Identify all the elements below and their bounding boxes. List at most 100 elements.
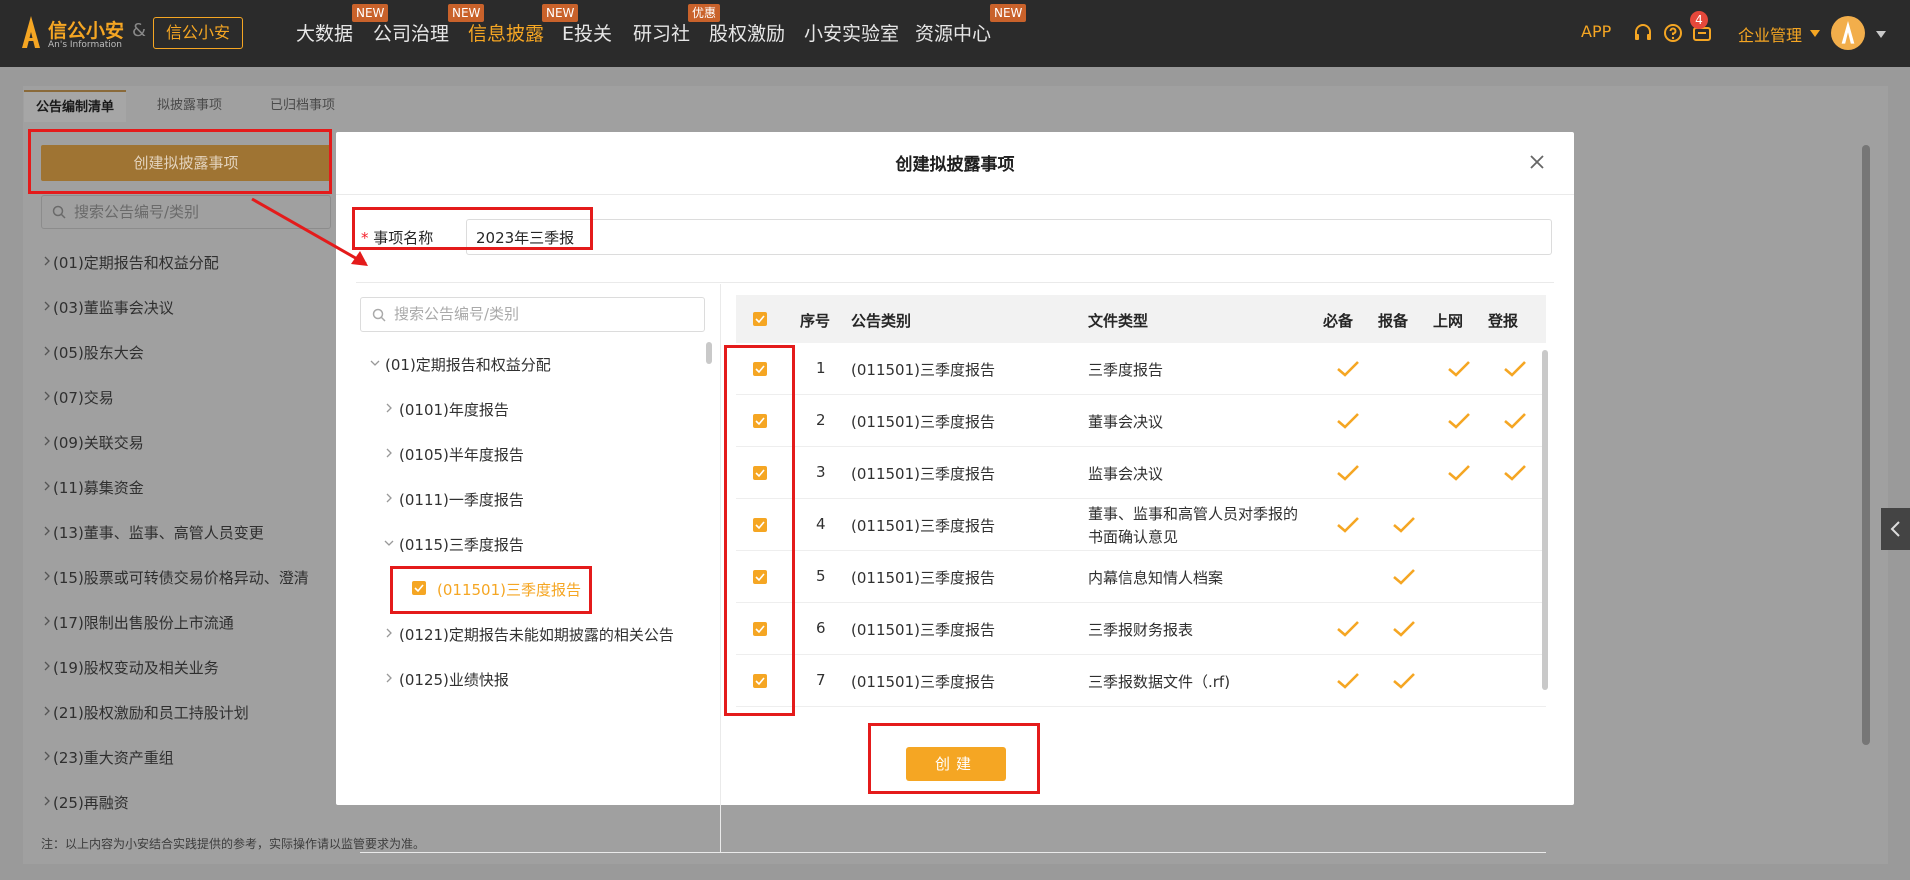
- brand-badge[interactable]: 信公小安: [153, 17, 243, 49]
- category-list-item[interactable]: (23)重大资产重组: [44, 747, 174, 768]
- row-file-type: 监事会决议: [1088, 465, 1164, 483]
- row-number: 1: [816, 359, 826, 377]
- category-label: (05)股东大会: [53, 344, 144, 362]
- nav-academy[interactable]: 研习社: [633, 19, 690, 46]
- category-list-item[interactable]: (19)股权变动及相关业务: [44, 657, 219, 678]
- tree-node-q1-report[interactable]: (0111)一季度报告: [386, 489, 524, 510]
- chevron-right-icon: [386, 493, 392, 503]
- category-label: (19)股权变动及相关业务: [53, 659, 219, 677]
- tree-node-semiannual-report[interactable]: (0105)半年度报告: [386, 444, 524, 465]
- category-list-item[interactable]: (21)股权激励和员工持股计划: [44, 702, 249, 723]
- table-scrollbar[interactable]: [1542, 350, 1548, 690]
- table-row[interactable]: 3 (011501)三季度报告 监事会决议: [736, 447, 1546, 499]
- chevron-right-icon: [44, 481, 50, 491]
- nav-lab[interactable]: 小安实验室: [804, 19, 899, 46]
- nav-big-data[interactable]: 大数据: [296, 19, 353, 46]
- table-row[interactable]: 2 (011501)三季度报告 董事会决议: [736, 395, 1546, 447]
- page-scrollbar[interactable]: [1862, 145, 1870, 745]
- nav-new-badge: NEW: [990, 4, 1027, 22]
- row-number: 7: [816, 671, 826, 689]
- highlight-box: [352, 207, 593, 250]
- tab-compile-list[interactable]: 公告编制清单: [24, 90, 127, 122]
- divider: [360, 852, 1546, 853]
- row-file-type: 董事、监事和高管人员对季报的: [1088, 505, 1299, 523]
- nav-disclosure[interactable]: 信息披露: [468, 19, 544, 46]
- chevron-right-icon: [386, 403, 392, 413]
- row-category: (011501)三季度报告: [851, 517, 995, 535]
- modal-title: 创建拟披露事项: [895, 155, 1015, 175]
- check-mark-icon: [1336, 464, 1360, 482]
- category-label: (23)重大资产重组: [53, 749, 174, 767]
- tree-node-earnings-flash[interactable]: (0125)业绩快报: [386, 669, 509, 690]
- category-label: (17)限制出售股份上市流通: [53, 614, 234, 632]
- tree-node-root[interactable]: (01)定期报告和权益分配: [370, 354, 551, 375]
- chevron-right-icon: [44, 616, 50, 626]
- logo[interactable]: 信公小安 An's Information: [20, 14, 132, 54]
- check-mark-icon: [1503, 412, 1527, 430]
- tree-node-delayed-report[interactable]: (0121)定期报告未能如期披露的相关公告: [386, 624, 674, 645]
- row-file-type: 董事会决议: [1088, 413, 1164, 431]
- check-mark-icon: [1336, 360, 1360, 378]
- table-header: 序号 公告类别 文件类型 必备 报备 上网 登报: [736, 295, 1546, 343]
- row-file-type: 三季报数据文件（.rf): [1088, 673, 1231, 691]
- nav-investor-relations[interactable]: E投关: [562, 19, 612, 46]
- help-icon[interactable]: [1662, 22, 1684, 44]
- tab-pending-items[interactable]: 拟披露事项: [157, 90, 222, 122]
- column-header-online: 上网: [1433, 312, 1464, 330]
- chevron-right-icon: [44, 391, 50, 401]
- org-menu[interactable]: 企业管理: [1738, 22, 1802, 46]
- chevron-right-icon: [44, 796, 50, 806]
- category-list-item[interactable]: (17)限制出售股份上市流通: [44, 612, 234, 633]
- headset-icon[interactable]: [1632, 22, 1654, 44]
- check-mark-icon: [1336, 620, 1360, 638]
- row-number: 5: [816, 567, 826, 585]
- category-list-item[interactable]: (15)股票或可转债交易价格异动、澄清: [44, 567, 309, 588]
- category-label: (07)交易: [53, 389, 114, 407]
- nav-equity-incentive[interactable]: 股权激励: [709, 19, 785, 46]
- nav-resources[interactable]: 资源中心: [915, 19, 991, 46]
- chevron-right-icon: [44, 571, 50, 581]
- row-category: (011501)三季度报告: [851, 465, 995, 483]
- category-label: (21)股权激励和员工持股计划: [53, 704, 249, 722]
- logo-icon: [22, 16, 40, 48]
- table-row[interactable]: 1 (011501)三季度报告 三季度报告: [736, 343, 1546, 395]
- side-collapse-handle[interactable]: [1881, 508, 1910, 550]
- item-name-input[interactable]: [466, 219, 1552, 255]
- table-row[interactable]: 5 (011501)三季度报告 内幕信息知情人档案: [736, 551, 1546, 603]
- close-icon[interactable]: [1527, 152, 1547, 172]
- select-all-checkbox[interactable]: [753, 312, 767, 326]
- chevron-right-icon: [44, 751, 50, 761]
- tree-node-q3-report[interactable]: (0115)三季度报告: [384, 534, 524, 555]
- table-row[interactable]: 4 (011501)三季度报告 董事、监事和高管人员对季报的 书面确认意见: [736, 499, 1546, 551]
- tree-node-annual-report[interactable]: (0101)年度报告: [386, 399, 509, 420]
- row-category: (011501)三季度报告: [851, 413, 995, 431]
- category-list-item[interactable]: (11)募集资金: [44, 477, 144, 498]
- table-row[interactable]: 7 (011501)三季度报告 三季报数据文件（.rf): [736, 655, 1546, 707]
- chevron-right-icon: [44, 661, 50, 671]
- tab-archived-items[interactable]: 已归档事项: [270, 90, 335, 122]
- avatar[interactable]: [1831, 16, 1865, 50]
- row-category: (011501)三季度报告: [851, 569, 995, 587]
- category-list-item[interactable]: (25)再融资: [44, 792, 129, 813]
- column-header-category: 公告类别: [851, 312, 912, 330]
- app-link[interactable]: APP: [1581, 22, 1611, 41]
- category-list-item[interactable]: (05)股东大会: [44, 342, 144, 363]
- chevron-right-icon: [386, 448, 392, 458]
- nav-governance[interactable]: 公司治理: [373, 19, 449, 46]
- category-list-item[interactable]: (03)董监事会决议: [44, 297, 174, 318]
- chevron-left-icon: [1890, 521, 1900, 537]
- category-label: (09)关联交易: [53, 434, 144, 452]
- tree-search-input[interactable]: 搜索公告编号/类别: [360, 297, 705, 332]
- column-header-file-type: 文件类型: [1088, 312, 1149, 330]
- search-icon: [52, 205, 66, 219]
- tree-scrollbar[interactable]: [706, 342, 712, 364]
- category-list-item[interactable]: (01)定期报告和权益分配: [44, 252, 219, 273]
- row-category: (011501)三季度报告: [851, 673, 995, 691]
- check-mark-icon: [1392, 516, 1416, 534]
- table-row[interactable]: 6 (011501)三季度报告 三季报财务报表: [736, 603, 1546, 655]
- category-list-item[interactable]: (09)关联交易: [44, 432, 144, 453]
- check-mark-icon: [1447, 464, 1471, 482]
- category-list-item[interactable]: (13)董事、监事、高管人员变更: [44, 522, 264, 543]
- tree-node-label: (0111)一季度报告: [399, 491, 524, 509]
- category-list-item[interactable]: (07)交易: [44, 387, 114, 408]
